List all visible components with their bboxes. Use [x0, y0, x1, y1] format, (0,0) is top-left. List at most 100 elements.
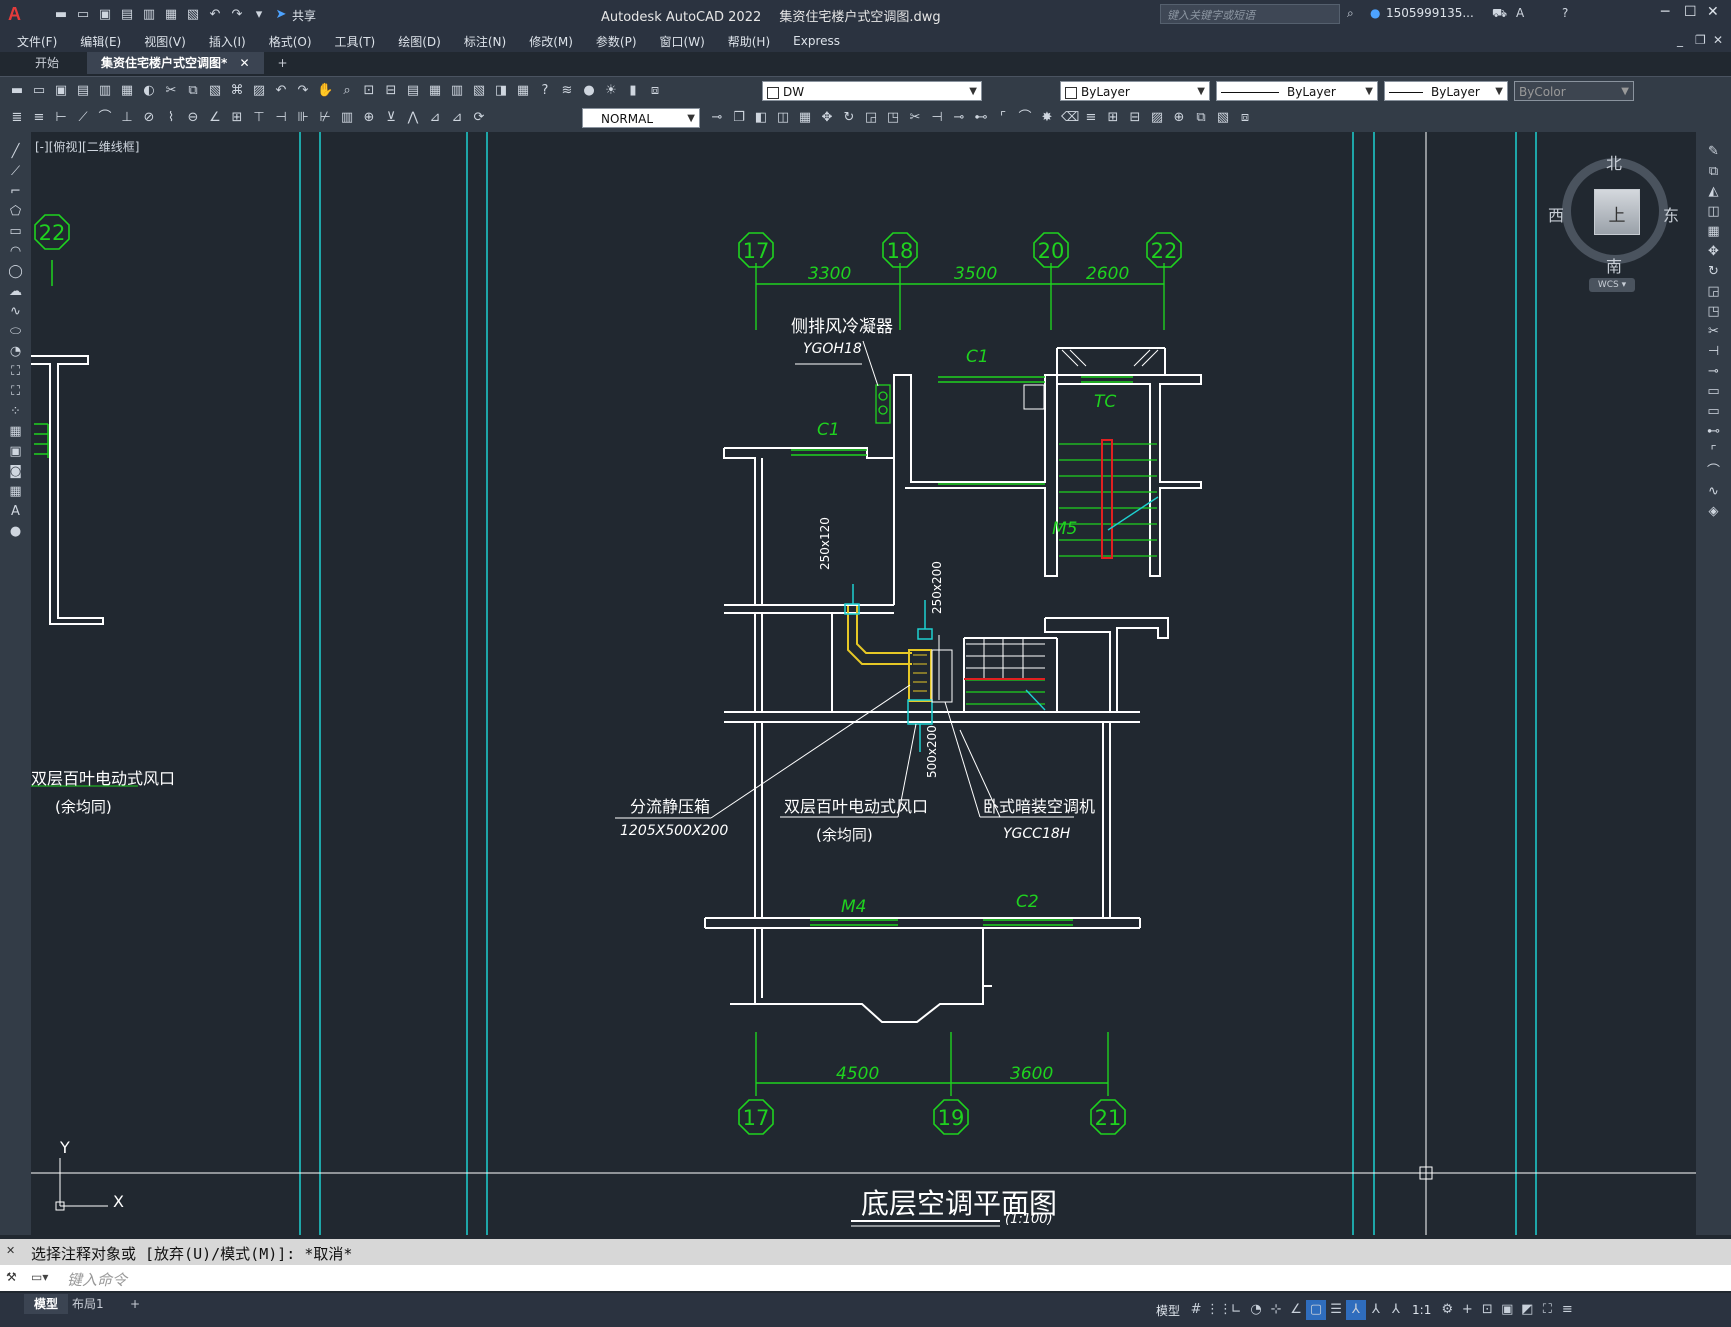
layer-state-icon[interactable]: ⧈ — [647, 83, 663, 99]
menu-item-1[interactable]: 编辑(E) — [74, 31, 127, 52]
doc-restore-icon[interactable]: ❐ — [1695, 33, 1706, 47]
open-folder-icon[interactable]: ▭ — [75, 7, 91, 23]
color-combo[interactable]: ByLayer ▼ — [1060, 81, 1210, 101]
open-icon[interactable]: ▭ — [31, 83, 47, 99]
plot-icon[interactable]: ▧ — [185, 7, 201, 23]
search-icon[interactable]: ⌕ — [1347, 6, 1354, 21]
add-icon[interactable]: + — [1457, 1300, 1477, 1320]
redo-tb-icon[interactable]: ↷ — [295, 83, 311, 99]
qnew-icon[interactable]: ▬ — [9, 83, 25, 99]
menu-item-9[interactable]: 参数(P) — [590, 31, 643, 52]
drawing-canvas[interactable]: [-][俯视][二维线框] 17 18 20 22 17 19 21 22 33… — [31, 132, 1696, 1235]
break-at-point-icon[interactable]: ⊸ — [1706, 364, 1722, 380]
blend-r-icon[interactable]: ⌒ — [1706, 464, 1722, 480]
tab-start[interactable]: 开始 — [21, 52, 73, 74]
dimstyle-icon[interactable]: ⊸ — [709, 110, 725, 126]
save-web-icon[interactable]: ▦ — [163, 7, 179, 23]
save-icon[interactable]: ▣ — [97, 7, 113, 23]
move-r-icon[interactable]: ✥ — [1706, 244, 1722, 260]
gradient-icon[interactable]: ▣ — [8, 444, 24, 460]
explode-r-icon[interactable]: ◈ — [1706, 504, 1722, 520]
compass-north[interactable]: 北 — [1606, 150, 1622, 174]
tolerance-icon[interactable]: ▥ — [339, 110, 355, 126]
viewcube-top-face[interactable]: 上 — [1594, 189, 1640, 235]
viewcube[interactable]: 上 北 南 西 东 — [1548, 150, 1679, 276]
xref-icon[interactable]: ⧉ — [1193, 110, 1209, 126]
cart-icon[interactable]: ⛟ — [1492, 6, 1507, 22]
dim-update-icon[interactable]: ⟳ — [471, 110, 487, 126]
help-icon[interactable]: ? — [1562, 6, 1568, 20]
fillet-icon[interactable]: ⌒ — [1017, 110, 1033, 126]
compass-south[interactable]: 南 — [1606, 253, 1622, 277]
user-name[interactable]: 1505999135... — [1386, 6, 1474, 20]
copy-icon[interactable]: ⧉ — [185, 83, 201, 99]
erase-icon[interactable]: ⌫ — [1061, 110, 1079, 126]
dim-linear-icon[interactable]: ⊢ — [53, 110, 69, 126]
restore-icon[interactable]: ☐ — [1684, 4, 1697, 20]
plot-tb-icon[interactable]: ▤ — [75, 83, 91, 99]
save-tb-icon[interactable]: ▣ — [53, 83, 69, 99]
menu-item-0[interactable]: 文件(F) — [11, 31, 63, 52]
zoom-window-icon[interactable]: ⊡ — [361, 83, 377, 99]
tab-active-drawing[interactable]: 集资住宅楼户式空调图* ✕ — [87, 52, 264, 74]
construction-line-icon[interactable]: ⟋ — [8, 164, 24, 180]
annotation-scale[interactable]: 1:1 — [1406, 1303, 1437, 1317]
dim-arc-icon[interactable]: ⌒ — [97, 110, 113, 126]
command-input-placeholder[interactable]: 键入命令 — [67, 1269, 127, 1290]
dim-aligned-icon[interactable]: ⟋ — [75, 110, 91, 126]
redo-icon[interactable]: ↷ — [229, 7, 245, 23]
layer-combo[interactable]: DW ▼ — [762, 81, 982, 101]
center-mark-icon[interactable]: ⊕ — [361, 110, 377, 126]
line-icon[interactable]: ╱ — [8, 144, 24, 160]
paste-icon[interactable]: ▧ — [207, 83, 223, 99]
dim-text-edit-icon[interactable]: ⊿ — [449, 110, 465, 126]
match-prop-icon[interactable]: ⌘ — [229, 83, 245, 99]
isodraft-icon[interactable]: ⊹ — [1266, 1300, 1286, 1320]
extend-icon[interactable]: ⊣ — [929, 110, 945, 126]
autodesk-app-icon[interactable]: A — [1516, 6, 1524, 20]
doc-close-icon[interactable]: ✕ — [1713, 33, 1723, 47]
properties-icon[interactable]: ▤ — [405, 83, 421, 99]
rotate-r-icon[interactable]: ↻ — [1706, 264, 1722, 280]
stretch-r-icon[interactable]: ◳ — [1706, 304, 1722, 320]
rotate-icon[interactable]: ↻ — [841, 110, 857, 126]
join-r-icon[interactable]: ▭ — [1706, 404, 1722, 420]
dim-diameter-icon[interactable]: ⊖ — [185, 110, 201, 126]
layer-previous-icon[interactable]: ≡ — [31, 110, 47, 126]
ungroup-icon[interactable]: ⊟ — [1127, 110, 1143, 126]
align-icon[interactable]: ≡ — [1083, 110, 1099, 126]
chamfer-icon[interactable]: ⌜ — [995, 110, 1011, 126]
group-icon[interactable]: ⊞ — [1105, 110, 1121, 126]
model-space-label[interactable]: 模型 — [1150, 1302, 1186, 1319]
customize-wrench-icon[interactable]: ⚒ — [6, 1270, 17, 1284]
tab-layout1[interactable]: 布局1 — [62, 1294, 114, 1314]
menu-item-2[interactable]: 视图(V) — [138, 31, 192, 52]
chamfer-r-icon[interactable]: ⊷ — [1706, 424, 1722, 440]
plot-preview-icon[interactable]: ▥ — [97, 83, 113, 99]
help-tb-icon[interactable]: ? — [537, 83, 553, 99]
attach-icon[interactable]: ⧈ — [1237, 110, 1253, 126]
tab-close-icon[interactable]: ✕ — [239, 56, 249, 70]
cut-icon[interactable]: ✂ — [163, 83, 179, 99]
point-icon[interactable]: ⁘ — [8, 404, 24, 420]
rectangle-icon[interactable]: ▭ — [8, 224, 24, 240]
annotation-visibility-icon[interactable]: ⅄ — [1346, 1300, 1367, 1320]
make-block-icon[interactable]: ⛶ — [8, 384, 24, 400]
minimize-icon[interactable]: ─ — [1661, 4, 1669, 20]
add-selected-icon[interactable]: ● — [8, 524, 24, 540]
dim-space-icon[interactable]: ⊪ — [295, 110, 311, 126]
customize-qat-icon[interactable]: ▾ — [251, 7, 267, 23]
compass-west[interactable]: 西 — [1548, 202, 1564, 226]
zoom-realtime-icon[interactable]: ⌕ — [339, 83, 355, 99]
edit-spline-icon[interactable]: ∿ — [1706, 484, 1722, 500]
menu-item-3[interactable]: 插入(I) — [203, 31, 252, 52]
isolate-objects-icon[interactable]: ◩ — [1517, 1300, 1537, 1320]
autocad-logo-icon[interactable]: A — [8, 4, 21, 25]
grid-icon[interactable]: # — [1186, 1300, 1206, 1320]
close-command-icon[interactable]: ✕ — [6, 1244, 15, 1257]
layer-properties-icon[interactable]: ≋ — [559, 83, 575, 99]
explode-icon[interactable]: ✸ — [1039, 110, 1055, 126]
make-current-icon[interactable]: ≣ — [9, 110, 25, 126]
polar-icon[interactable]: ◔ — [1246, 1300, 1266, 1320]
new-file-icon[interactable]: ▬ — [53, 7, 69, 23]
